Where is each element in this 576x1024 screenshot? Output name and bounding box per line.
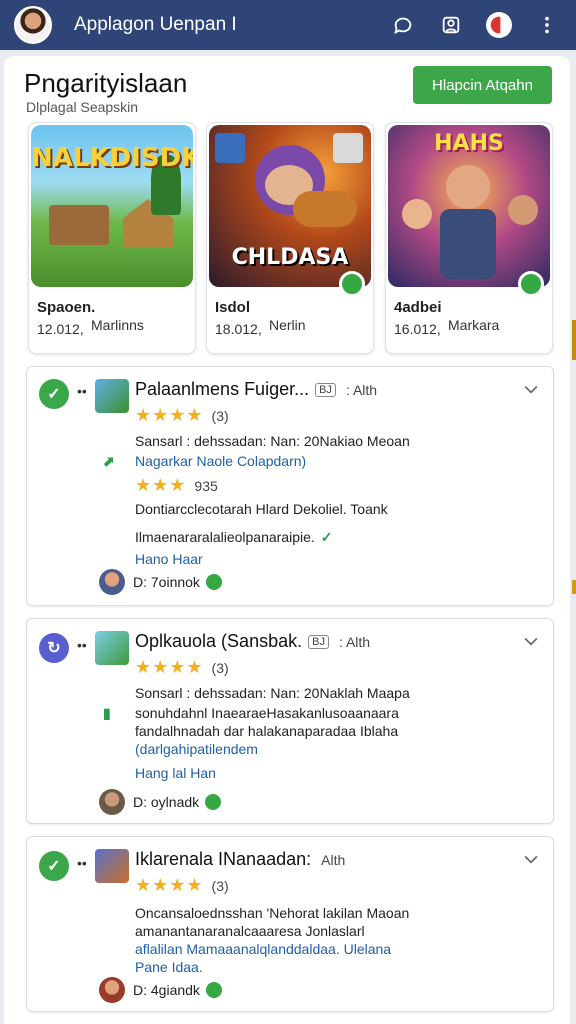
- author-name: D: 7oinnok: [133, 574, 200, 590]
- featured-card-count: 18.012,: [215, 321, 262, 337]
- chat-icon[interactable]: [388, 10, 418, 40]
- verified-badge-icon: [205, 982, 222, 998]
- drag-handle-icon[interactable]: ••: [77, 637, 87, 653]
- list-item[interactable]: ✓ •• Palaanlmens Fuiger... BJ: Alth ★★★★(…: [26, 366, 554, 606]
- item-description: fandalhnadah dar halakanaparadaa Iblaha: [135, 723, 399, 739]
- featured-card-author: Marlinns: [91, 317, 144, 333]
- featured-card-author: Markara: [448, 317, 500, 333]
- author-name: D: 4giandk: [133, 982, 200, 998]
- featured-card-name: 4adbei: [394, 299, 442, 316]
- author-avatar: [99, 789, 125, 815]
- item-footer: D: 7oinnok: [99, 569, 222, 595]
- item-link[interactable]: Hang lal Han: [135, 765, 216, 781]
- chevron-down-icon[interactable]: [521, 849, 541, 869]
- featured-card-count: 16.012,: [394, 321, 441, 337]
- rating-stars: ★★★★ (3): [135, 657, 229, 677]
- refresh-icon: ↻: [39, 633, 69, 663]
- installed-badge-icon: [518, 271, 544, 297]
- item-description: Sansarl : dehssadan: Nan: 20Nakiao Meoan: [135, 433, 410, 449]
- link-icon: ▮: [103, 705, 111, 721]
- item-description: amanantanaranalcaaaresa Jonlaslarl: [135, 923, 365, 939]
- chevron-down-icon[interactable]: [521, 379, 541, 399]
- rating-stars: ★★★★ (3): [135, 405, 229, 425]
- item-link[interactable]: Nagarkar Naole Colapdarn): [135, 453, 306, 469]
- item-link[interactable]: Hano Haar: [135, 551, 203, 567]
- app-thumbnail: [95, 379, 129, 413]
- list-item[interactable]: ↻ •• Oplkauola (Sansbak. BJ: Alth ★★★★ (3)…: [26, 618, 554, 824]
- featured-card-author: Nerlin: [269, 317, 306, 333]
- item-link[interactable]: (darlgahipatilendem: [135, 741, 258, 757]
- game-art: HAHS: [388, 125, 550, 287]
- author-name: D: oylnadk: [133, 794, 200, 810]
- section-title: Pngarityislaan: [24, 68, 188, 98]
- scroll-indicator[interactable]: [572, 320, 576, 360]
- format-chip: BJ: [308, 635, 329, 650]
- drag-handle-icon[interactable]: ••: [77, 383, 87, 399]
- installed-badge-icon: [339, 271, 365, 297]
- game-art-title: HAHS: [434, 131, 504, 156]
- author-avatar: [99, 569, 125, 595]
- chevron-down-icon[interactable]: [521, 631, 541, 651]
- notification-icon[interactable]: [484, 10, 514, 40]
- primary-action-button[interactable]: Hlapcin Atqahn: [413, 66, 552, 104]
- author-avatar: [99, 977, 125, 1003]
- item-link[interactable]: Pane Idaa.: [135, 959, 203, 975]
- more-options-icon[interactable]: [532, 10, 562, 40]
- profile-icon[interactable]: [436, 10, 466, 40]
- item-link[interactable]: aflalilan Mamaaanalqlanddaldaa. Ulelana: [135, 941, 391, 957]
- drag-handle-icon[interactable]: ••: [77, 855, 87, 871]
- featured-card-name: Spaoen.: [37, 299, 96, 316]
- game-art: NALKDISDK: [31, 125, 193, 287]
- notification-badge-icon: [486, 12, 512, 38]
- item-description: Sonsarl : dehssadan: Nan: 20Naklah Maapa: [135, 685, 410, 701]
- link-icon: ⬈: [103, 453, 115, 469]
- featured-card[interactable]: HAHS 4adbei 16.012, Markara: [385, 122, 553, 354]
- list-item-title: Oplkauola (Sansbak. BJ: Alth: [135, 631, 371, 651]
- app-thumbnail: [95, 631, 129, 665]
- featured-card-name: Isdol: [215, 299, 251, 316]
- featured-card-count: 12.012,: [37, 321, 84, 337]
- game-art-title: NALKDISDK: [31, 143, 193, 173]
- user-avatar[interactable]: [14, 6, 52, 44]
- app-title: Applagon Uenpan I: [74, 14, 237, 35]
- item-description: Dontiarcclecotarah Hlard Dekoliel. Toank: [135, 501, 388, 517]
- featured-card[interactable]: CHLDASA Isdol 18.012, Nerlin: [206, 122, 374, 354]
- rating-stars: ★★★★ (3): [135, 875, 229, 895]
- status-check-icon: ✓: [39, 379, 69, 409]
- verified-badge-icon: [205, 574, 222, 590]
- game-art: CHLDASA: [209, 125, 371, 287]
- app-thumbnail: [95, 849, 129, 883]
- list-item-title: Palaanlmens Fuiger... BJ: Alth: [135, 379, 378, 399]
- top-app-bar: Applagon Uenpan I: [0, 0, 576, 50]
- item-description: Ilmaenararalalieolpanaraipie. ✓: [135, 529, 333, 545]
- game-art-title: CHLDASA: [231, 245, 349, 270]
- item-description: Oncansaloednsshan 'Nehorat lakilan Maoan: [135, 905, 410, 921]
- check-icon: ✓: [320, 529, 333, 545]
- list-item-title: Iklarenala INanaadan: Alth: [135, 849, 346, 869]
- verified-badge-icon: [205, 794, 222, 810]
- status-check-icon: ✓: [39, 851, 69, 881]
- section-subtitle: Dlplagal Seapskin: [26, 99, 139, 115]
- item-footer: D: oylnadk: [99, 789, 222, 815]
- rating-stars: ★★★ 935: [135, 475, 218, 495]
- item-description: sonuhdahnl InaearaeHasakanlusoaanaara: [135, 705, 399, 721]
- format-chip: BJ: [315, 383, 336, 398]
- list-item[interactable]: ✓ •• Iklarenala INanaadan: Alth ★★★★ (3) O…: [26, 836, 554, 1012]
- featured-card[interactable]: NALKDISDK Spaoen. 12.012, Marlinns: [28, 122, 196, 354]
- scroll-indicator-secondary: [572, 580, 576, 594]
- item-footer: D: 4giandk: [99, 977, 222, 1003]
